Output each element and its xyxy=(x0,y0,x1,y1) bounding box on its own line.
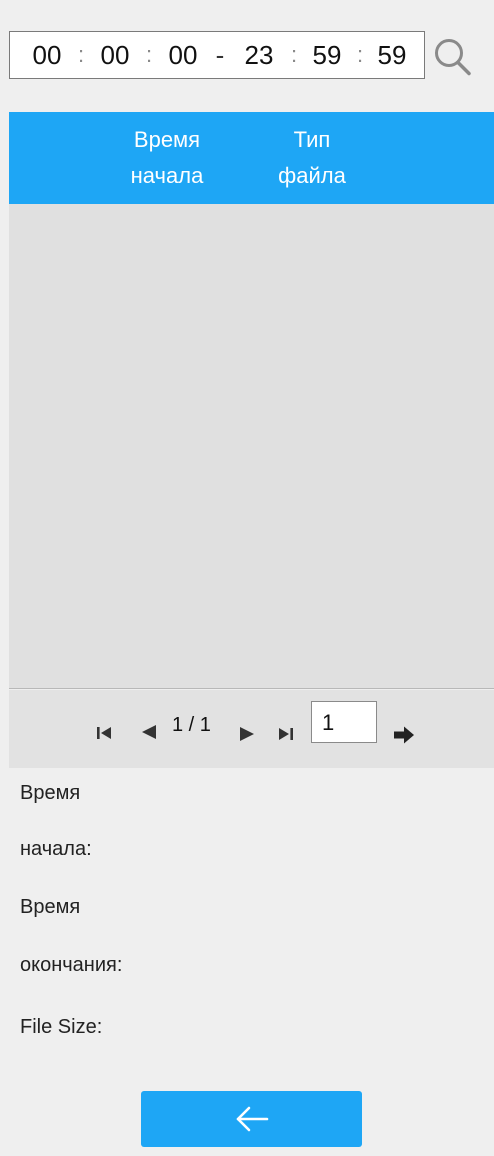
search-icon xyxy=(435,39,471,76)
time-separator: : xyxy=(290,42,298,67)
time-separator: : xyxy=(145,42,153,67)
time-range-input[interactable]: 00 : 00 : 00 - 23 : 59 : 59 xyxy=(9,31,425,79)
column-header-line: Тип xyxy=(293,127,331,152)
file-table-body[interactable] xyxy=(9,204,494,689)
start-minute-field[interactable]: 00 xyxy=(90,40,140,71)
prev-page-icon xyxy=(142,725,156,739)
end-time-label-cont: окончания: xyxy=(20,954,123,976)
end-hour-field[interactable]: 23 xyxy=(232,40,286,71)
range-dash: - xyxy=(215,39,225,70)
time-separator: : xyxy=(356,42,364,67)
end-minute-field[interactable]: 59 xyxy=(302,40,352,71)
column-header-file-type[interactable]: Тип файла xyxy=(267,112,357,204)
file-size-label: File Size: xyxy=(20,1016,103,1038)
start-second-field[interactable]: 00 xyxy=(158,40,208,71)
back-button[interactable] xyxy=(141,1091,362,1147)
column-header-line: начала xyxy=(130,163,204,188)
start-time-label: Время xyxy=(20,782,81,804)
column-header-line: файла xyxy=(278,163,346,188)
page-indicator: 1 / 1 xyxy=(172,714,211,736)
next-page-icon xyxy=(240,727,254,741)
time-range-row: 00 : 00 : 00 - 23 : 59 : 59 xyxy=(9,31,486,83)
start-time-label-cont: начала: xyxy=(20,838,92,860)
next-page-button[interactable] xyxy=(238,725,256,748)
prev-page-button[interactable] xyxy=(140,723,158,746)
go-page-button[interactable] xyxy=(393,726,415,749)
search-button[interactable] xyxy=(431,33,477,79)
first-page-button[interactable] xyxy=(96,725,114,746)
playback-file-panel: 00 : 00 : 00 - 23 : 59 : 59 Время начала… xyxy=(0,0,494,1156)
back-arrow-icon xyxy=(236,1106,269,1132)
last-page-icon xyxy=(279,728,293,740)
column-header-start-time[interactable]: Время начала xyxy=(117,112,217,204)
end-second-field[interactable]: 59 xyxy=(368,40,416,71)
file-table-header: Время начала Тип файла xyxy=(9,112,494,204)
first-page-icon xyxy=(97,727,111,739)
page-number-input[interactable] xyxy=(311,701,377,743)
go-arrow-icon xyxy=(394,726,414,744)
end-time-label: Время xyxy=(20,896,81,918)
last-page-button[interactable] xyxy=(277,726,295,747)
start-hour-field[interactable]: 00 xyxy=(22,40,72,71)
time-separator: : xyxy=(77,42,85,67)
pagination-bar: 1 / 1 xyxy=(9,690,494,768)
column-header-line: Время xyxy=(133,127,201,152)
